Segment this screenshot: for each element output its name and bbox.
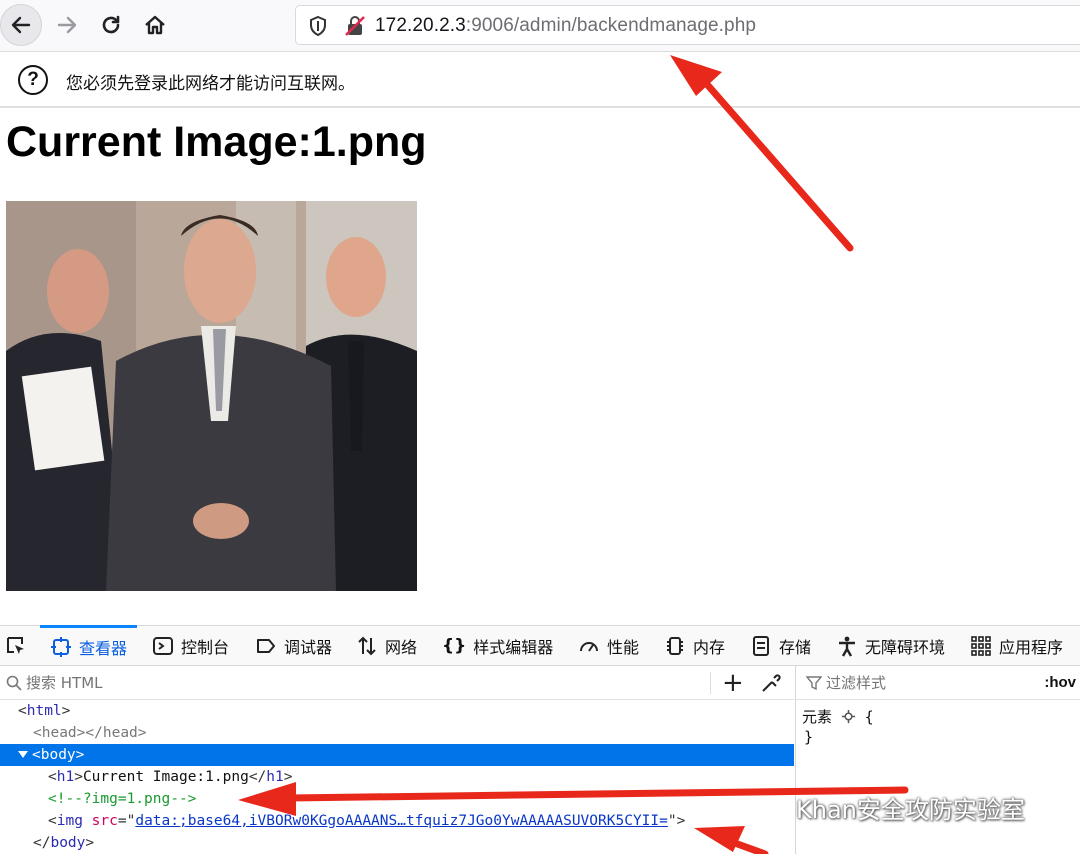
tab-debugger-label: 调试器 — [284, 638, 333, 657]
tab-memory-label: 内存 — [693, 638, 726, 657]
img-src-value[interactable]: data:;base64,iVBORw0KGgoAAAANS…tfquiz7JG… — [135, 813, 668, 829]
tab-memory[interactable]: 内存 — [664, 626, 725, 666]
tag-h1-open: h1 — [56, 769, 75, 785]
tag-head-close: head — [102, 725, 138, 741]
expand-twisty-icon[interactable] — [18, 751, 28, 758]
tree-node-body[interactable]: <body> — [0, 744, 794, 766]
markup-tree: <html> <head></head> <body> <h1>Current … — [0, 700, 794, 854]
element-rule-label: 元素 — [802, 708, 833, 726]
tree-node-img[interactable]: <img src="data:;base64,iVBORw0KGgoAAAANS… — [0, 810, 794, 832]
filter-icon — [806, 676, 822, 691]
tree-node-h1[interactable]: <h1>Current Image:1.png</h1> — [0, 766, 794, 788]
tag-html: html — [26, 703, 62, 719]
arrow-left-icon — [11, 16, 31, 34]
tab-performance[interactable]: 性能 — [578, 626, 639, 666]
tab-application[interactable]: 应用程序 — [970, 626, 1063, 666]
memory-icon — [664, 635, 686, 657]
notification-bar: ? 您必须先登录此网络才能访问互联网。 — [0, 52, 1080, 108]
current-image — [6, 201, 417, 591]
style-editor-icon: {} — [442, 636, 467, 656]
tag-body: body — [40, 747, 76, 763]
shield-icon[interactable] — [308, 15, 328, 37]
tab-debugger[interactable]: 调试器 — [255, 626, 332, 666]
browser-toolbar: 172.20.2.3:9006/admin/backendmanage.php — [0, 0, 1080, 52]
arrow-right-icon — [57, 16, 77, 34]
tree-node-comment[interactable]: <!--?img=1.png--> — [0, 788, 794, 810]
tab-style-editor-label: 样式编辑器 — [473, 638, 554, 657]
reload-button[interactable] — [90, 4, 132, 46]
tab-network[interactable]: 网络 — [356, 626, 417, 666]
tag-h1-close: h1 — [266, 769, 284, 785]
tag-img: img — [56, 813, 83, 829]
tab-accessibility[interactable]: 无障碍环境 — [836, 626, 945, 666]
forward-button[interactable] — [46, 4, 88, 46]
tree-node-body-close[interactable]: </body> — [0, 832, 794, 854]
url-path: :9006/admin/backendmanage.php — [465, 15, 757, 36]
tab-network-label: 网络 — [385, 638, 418, 657]
watermark-text: Khan安全攻防实验室 — [796, 796, 1025, 824]
tab-inspector-label: 查看器 — [79, 639, 128, 658]
tag-body-close: body — [50, 835, 86, 851]
tab-accessibility-label: 无障碍环境 — [865, 638, 946, 657]
search-icon — [6, 675, 22, 691]
home-button[interactable] — [134, 4, 176, 46]
tab-style-editor[interactable]: {} 样式编辑器 — [442, 626, 553, 666]
html-comment: <!--?img=1.png--> — [48, 791, 197, 807]
inspector-icon — [50, 636, 72, 658]
application-icon — [970, 635, 992, 657]
h1-text: Current Image:1.png — [82, 769, 249, 785]
insecure-lock-icon[interactable] — [344, 15, 366, 37]
watermark: Khan安全攻防实验室 — [752, 790, 1025, 825]
search-html-input[interactable] — [26, 674, 676, 692]
tree-node-head[interactable]: <head></head> — [0, 722, 794, 744]
hov-toggle[interactable]: :hov — [1044, 674, 1076, 691]
accessibility-icon — [836, 635, 858, 657]
performance-icon — [578, 635, 600, 657]
tab-application-label: 应用程序 — [999, 638, 1064, 657]
tab-console-label: 控制台 — [181, 638, 230, 657]
wechat-icon — [752, 793, 791, 821]
question-icon: ? — [18, 65, 48, 95]
storage-icon — [750, 635, 772, 657]
add-node-button[interactable]: + — [722, 668, 744, 698]
rules-filter-bar: :hov — [795, 666, 1080, 700]
divider — [710, 672, 711, 694]
tab-console[interactable]: 控制台 — [152, 626, 229, 666]
rules-pane: 元素 { } — [795, 700, 1080, 854]
notification-text: 您必须先登录此网络才能访问互联网。 — [66, 74, 355, 94]
debugger-icon — [255, 635, 277, 657]
attr-src: src — [91, 813, 118, 829]
element-rule: 元素 { — [802, 706, 874, 727]
close-brace: } — [804, 728, 814, 746]
reload-icon — [102, 15, 120, 34]
back-button[interactable] — [0, 4, 42, 46]
page-title: Current Image:1.png — [6, 118, 427, 166]
url-text[interactable]: 172.20.2.3:9006/admin/backendmanage.php — [375, 15, 756, 37]
eyedropper-icon[interactable] — [760, 672, 782, 694]
url-host: 172.20.2.3 — [375, 15, 466, 36]
search-html-bar: + — [0, 666, 794, 700]
tab-performance-label: 性能 — [607, 638, 640, 657]
tab-inspector[interactable]: 查看器 — [40, 625, 138, 666]
home-icon — [145, 15, 165, 35]
devtools-tab-bar: 查看器 控制台 调试器 网络 {} 样式编辑器 性能 内存 存储 无障碍环境 应… — [0, 625, 1080, 666]
filter-styles-input[interactable] — [826, 674, 1026, 692]
network-icon — [356, 635, 378, 657]
gear-icon[interactable] — [841, 709, 856, 724]
tab-storage-label: 存储 — [779, 638, 812, 657]
url-bar[interactable]: 172.20.2.3:9006/admin/backendmanage.php — [295, 5, 1080, 45]
console-icon — [152, 635, 174, 657]
tab-storage[interactable]: 存储 — [750, 626, 811, 666]
open-brace: { — [864, 708, 874, 726]
element-picker-icon[interactable] — [5, 635, 27, 657]
tree-node-html[interactable]: <html> — [0, 700, 794, 722]
tag-head-open: head — [41, 725, 77, 741]
